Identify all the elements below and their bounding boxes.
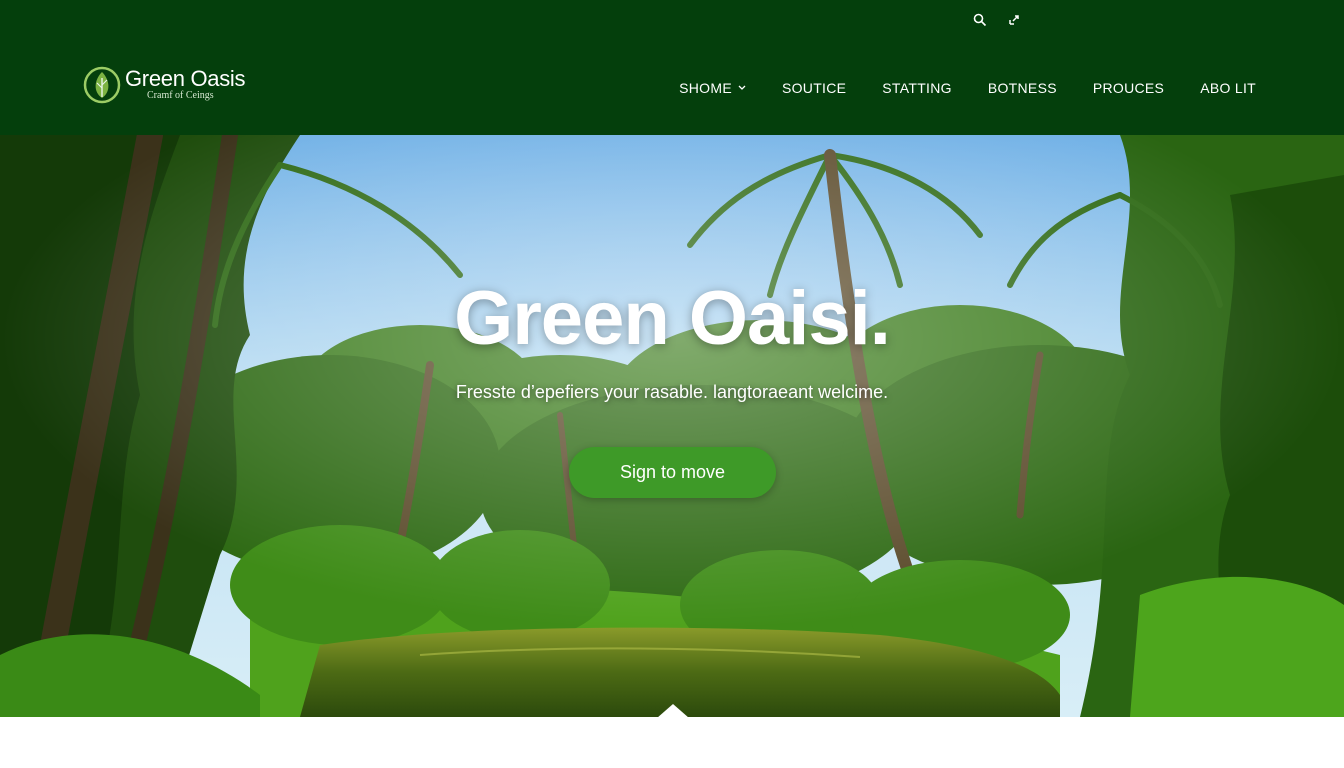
brand-name: Green Oasis	[125, 66, 246, 91]
nav-item-label: ABO LIT	[1200, 80, 1256, 96]
brand-text: Green Oasis Cramf of Ceings	[125, 66, 246, 102]
hero-section: Green Oaisi. Fresste d’epefiers your ras…	[0, 135, 1344, 717]
leaf-logo-icon	[83, 66, 121, 104]
search-icon[interactable]	[970, 10, 990, 30]
nav-item-label: SOUTICE	[781, 80, 847, 96]
nav-item-prouces[interactable]: PROUCES	[1093, 80, 1164, 96]
sign-to-move-button[interactable]: Sign to move	[569, 447, 776, 498]
nav-item-abo-lit[interactable]: ABO LIT	[1200, 80, 1256, 96]
chevron-down-icon	[738, 85, 746, 90]
hero-jungle-image	[0, 135, 1344, 717]
scroll-down-notch[interactable]	[657, 704, 689, 718]
brand-logo[interactable]: Green Oasis Cramf of Ceings	[83, 64, 246, 106]
nav-item-shome[interactable]: SHOME	[679, 80, 746, 96]
site-header: Green Oasis Cramf of Ceings SHOME SOUTIC…	[0, 0, 1344, 135]
hero-title: Green Oaisi.	[454, 276, 891, 361]
nav-item-label: PROUCES	[1092, 80, 1165, 96]
nav-item-label: BOTNESS	[987, 80, 1057, 96]
nav-item-soutice[interactable]: SOUTICE	[782, 80, 846, 96]
nav-item-label: SHOME	[679, 80, 732, 96]
nav-item-statting[interactable]: STATTING	[882, 80, 952, 96]
nav-item-botness[interactable]: BOTNESS	[988, 80, 1057, 96]
hero-subtitle: Fresste d’epefiers your rasable. langtor…	[455, 382, 889, 402]
nav-item-label: STATTING	[882, 80, 952, 96]
brand-tagline: Cramf of Ceings	[147, 90, 214, 101]
header-utilities	[970, 10, 1024, 30]
share-icon[interactable]	[1004, 10, 1024, 30]
main-nav: SHOME SOUTICE STATTING BOTNESS PROUCES A…	[679, 80, 1256, 96]
